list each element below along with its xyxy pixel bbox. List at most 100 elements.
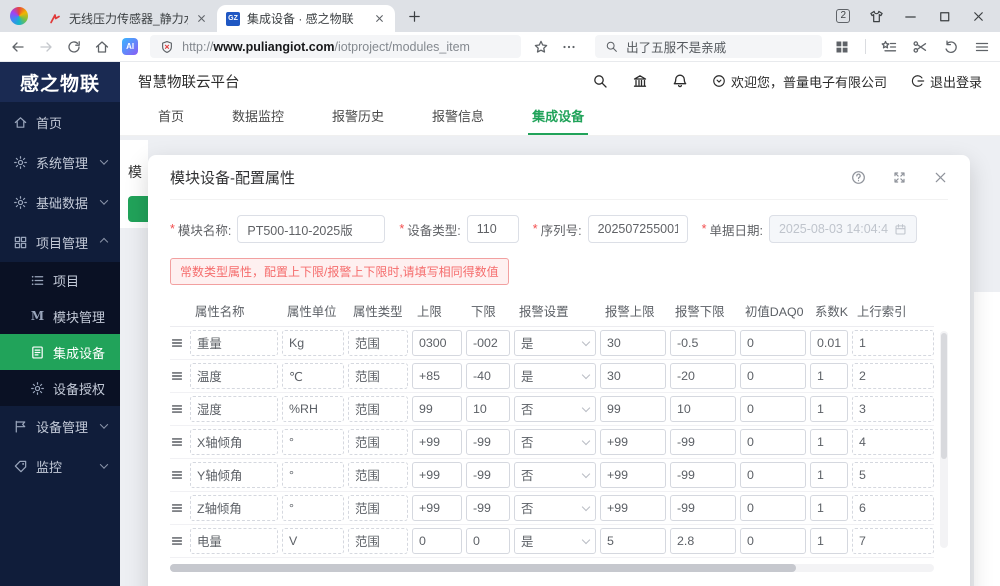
field-input-3[interactable]: 202507255001 xyxy=(587,215,688,243)
new-tab-button[interactable] xyxy=(407,9,422,24)
coefficient-k-input[interactable]: 1 xyxy=(810,495,848,521)
field-input-4[interactable]: 2025-08-03 14:04:44 xyxy=(768,215,917,243)
prop-type-input[interactable]: 范围 xyxy=(348,429,408,455)
close-window-icon[interactable] xyxy=(971,9,986,24)
coefficient-k-input[interactable]: 1 xyxy=(810,528,848,554)
back-icon[interactable] xyxy=(10,39,26,55)
apps-grid-icon[interactable] xyxy=(834,39,850,55)
init-daq0-input[interactable]: 0 xyxy=(740,396,806,422)
alarm-setting-select[interactable]: 否 xyxy=(514,429,596,455)
prop-type-input[interactable]: 范围 xyxy=(348,330,408,356)
organization-bank-icon[interactable] xyxy=(632,73,648,89)
field-input-1[interactable]: PT500-110-2025版 xyxy=(237,215,386,243)
prop-type-input[interactable]: 范围 xyxy=(348,396,408,422)
uplink-index-input[interactable]: 5 xyxy=(852,462,934,488)
url-bar[interactable]: http://www.puliangiot.com/iotproject/mod… xyxy=(150,35,522,58)
nav-tab-2[interactable]: 数据监控 xyxy=(228,100,288,135)
prop-unit-input[interactable]: %RH xyxy=(282,396,344,422)
welcome-user[interactable]: 欢迎您，普量电子有限公司 xyxy=(712,72,887,91)
coefficient-k-input[interactable]: 1 xyxy=(810,396,848,422)
alarm-setting-select[interactable]: 否 xyxy=(514,495,596,521)
sidebar-item-3[interactable]: 基础数据 xyxy=(0,182,120,222)
prop-unit-input[interactable]: ℃ xyxy=(282,363,344,389)
prop-name-input[interactable]: X轴倾角 xyxy=(190,429,278,455)
fullscreen-expand-icon[interactable] xyxy=(892,170,907,185)
alarm-setting-select[interactable]: 否 xyxy=(514,462,596,488)
sidebar-item-6[interactable]: M 模块管理 xyxy=(0,298,120,334)
sidebar-item-4[interactable]: 项目管理 xyxy=(0,222,120,262)
alarm-lower-input[interactable]: 10 xyxy=(670,396,736,422)
history-undo-icon[interactable] xyxy=(943,39,959,55)
forward-icon[interactable] xyxy=(38,39,54,55)
drag-handle-icon[interactable] xyxy=(170,501,184,515)
upper-limit-input[interactable]: +99 xyxy=(412,495,462,521)
drag-handle-icon[interactable] xyxy=(170,468,184,482)
background-green-button[interactable] xyxy=(128,196,148,222)
drag-handle-icon[interactable] xyxy=(170,336,184,350)
sidebar-item-2[interactable]: 系统管理 xyxy=(0,142,120,182)
drag-handle-icon[interactable] xyxy=(170,369,184,383)
uplink-index-input[interactable]: 7 xyxy=(852,528,934,554)
alarm-upper-input[interactable]: 99 xyxy=(600,396,666,422)
alarm-setting-select[interactable]: 是 xyxy=(514,363,596,389)
prop-type-input[interactable]: 范围 xyxy=(348,363,408,389)
alarm-upper-input[interactable]: +99 xyxy=(600,495,666,521)
lower-limit-input[interactable]: -002 xyxy=(466,330,510,356)
table-vertical-scrollbar[interactable] xyxy=(940,331,948,548)
alarm-lower-input[interactable]: -99 xyxy=(670,429,736,455)
reload-icon[interactable] xyxy=(66,39,82,55)
prop-unit-input[interactable]: ° xyxy=(282,462,344,488)
theme-shirt-icon[interactable] xyxy=(869,9,884,24)
init-daq0-input[interactable]: 0 xyxy=(740,429,806,455)
prop-name-input[interactable]: 温度 xyxy=(190,363,278,389)
alarm-lower-input[interactable]: -0.5 xyxy=(670,330,736,356)
browser-logo-icon[interactable] xyxy=(10,7,28,25)
prop-unit-input[interactable]: ° xyxy=(282,495,344,521)
prop-name-input[interactable]: Z轴倾角 xyxy=(190,495,278,521)
upper-limit-input[interactable]: +99 xyxy=(412,429,462,455)
shield-blocked-icon[interactable] xyxy=(160,40,174,54)
browser-tab-active[interactable]: GZ 集成设备 · 感之物联 xyxy=(217,5,395,32)
prop-type-input[interactable]: 范围 xyxy=(348,528,408,554)
uplink-index-input[interactable]: 4 xyxy=(852,429,934,455)
prop-name-input[interactable]: 电量 xyxy=(190,528,278,554)
coefficient-k-input[interactable]: 0.01 xyxy=(810,330,848,356)
alarm-setting-select[interactable]: 是 xyxy=(514,528,596,554)
uplink-index-input[interactable]: 6 xyxy=(852,495,934,521)
more-dots-icon[interactable] xyxy=(561,39,577,55)
alarm-upper-input[interactable]: +99 xyxy=(600,462,666,488)
close-tab-icon[interactable] xyxy=(373,12,386,25)
uplink-index-input[interactable]: 3 xyxy=(852,396,934,422)
sidebar-item-10[interactable]: 监控 xyxy=(0,446,120,486)
browser-search-box[interactable]: 出了五服不是亲戚 xyxy=(595,35,822,58)
upper-limit-input[interactable]: 99 xyxy=(412,396,462,422)
sidebar-item-1[interactable]: 首页 xyxy=(0,102,120,142)
init-daq0-input[interactable]: 0 xyxy=(740,528,806,554)
nav-tab-4[interactable]: 报警信息 xyxy=(428,100,488,135)
close-dialog-icon[interactable] xyxy=(933,170,948,185)
sidebar-item-9[interactable]: 设备管理 xyxy=(0,406,120,446)
scrollbar-thumb[interactable] xyxy=(170,564,797,572)
scrollbar-thumb[interactable] xyxy=(941,333,947,459)
browser-tab-inactive[interactable]: 无线压力传感器_静力水准仪_ xyxy=(39,5,217,32)
nav-tab-5[interactable]: 集成设备 xyxy=(528,100,589,135)
alarm-lower-input[interactable]: -99 xyxy=(670,495,736,521)
prop-unit-input[interactable]: ° xyxy=(282,429,344,455)
alarm-setting-select[interactable]: 否 xyxy=(514,396,596,422)
maximize-icon[interactable] xyxy=(937,9,952,24)
home-icon[interactable] xyxy=(94,39,110,55)
prop-name-input[interactable]: 湿度 xyxy=(190,396,278,422)
init-daq0-input[interactable]: 0 xyxy=(740,495,806,521)
init-daq0-input[interactable]: 0 xyxy=(740,462,806,488)
upper-limit-input[interactable]: 0300 xyxy=(412,330,462,356)
lower-limit-input[interactable]: -40 xyxy=(466,363,510,389)
nav-tab-1[interactable]: 首页 xyxy=(154,100,188,135)
upper-limit-input[interactable]: +99 xyxy=(412,462,462,488)
sidebar-item-8[interactable]: 设备授权 xyxy=(0,370,120,406)
lower-limit-input[interactable]: -99 xyxy=(466,462,510,488)
alarm-upper-input[interactable]: 30 xyxy=(600,363,666,389)
alarm-upper-input[interactable]: 5 xyxy=(600,528,666,554)
logout-button[interactable]: 退出登录 xyxy=(911,72,982,91)
upper-limit-input[interactable]: +85 xyxy=(412,363,462,389)
drag-handle-icon[interactable] xyxy=(170,402,184,416)
